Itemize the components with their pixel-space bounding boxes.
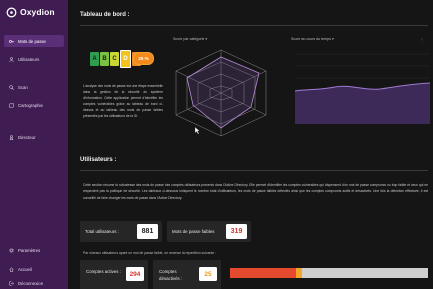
home-icon	[9, 266, 14, 272]
sidebar-item-label: Cartographie	[18, 102, 43, 108]
app-logo[interactable]: Oxydion	[6, 5, 55, 19]
active-accounts-label: Comptes actives :	[86, 269, 121, 274]
energy-class-d: D	[120, 50, 131, 68]
distribution-note: Par niveaux utilisateurs ayant un mot de…	[83, 251, 217, 255]
search-icon	[9, 84, 14, 90]
energy-class-c: C	[110, 52, 119, 66]
active-accounts-card: Comptes actives : 294	[80, 260, 148, 289]
weak-passwords-label: Mots de passe faibles	[172, 229, 215, 234]
dashboard-description: L'analyse des mots de passe est une étap…	[83, 84, 163, 119]
sidebar-item-label: Paramètres	[18, 247, 41, 253]
sidebar-item-label: Directeur	[18, 134, 36, 140]
energy-class-a: A	[90, 52, 99, 66]
radar-chart	[175, 49, 267, 137]
sidebar: Oxydion Mots de passe Utilisateurs Scan …	[0, 0, 68, 289]
sidebar-item-label: Scan	[18, 84, 28, 90]
accounts-progress-bar	[230, 268, 428, 278]
weak-passwords-card: Mots de passe faibles 319	[167, 221, 251, 242]
radar-panel-title[interactable]: Score par catégorie ▾	[173, 37, 207, 41]
logout-icon	[9, 281, 14, 286]
users-divider	[80, 170, 428, 171]
sidebar-item-director[interactable]: Directeur	[4, 131, 64, 143]
sidebar-item-label: Mots de passe	[18, 38, 46, 44]
progress-disabled-segment	[296, 268, 302, 278]
dashboard-divider	[80, 25, 428, 26]
key-icon	[9, 39, 14, 44]
disabled-accounts-card: Comptes désactivés : 25	[153, 260, 221, 289]
sidebar-item-users[interactable]: Utilisateurs	[4, 53, 64, 65]
users-icon	[9, 56, 14, 62]
line-panel-title[interactable]: Score au cours du temps ▾	[291, 37, 334, 41]
score-badge: 25 %	[133, 52, 154, 65]
line-chart	[294, 53, 431, 124]
gear-icon	[9, 247, 14, 253]
active-accounts-value: 294	[126, 267, 144, 281]
sidebar-item-label: Accueil	[18, 266, 32, 272]
disabled-accounts-label: Comptes désactivés :	[159, 269, 183, 281]
app-name: Oxydion	[20, 7, 55, 17]
more-options-icon[interactable]: ⋮	[420, 37, 424, 42]
users-description: Cette section résume la robustesse des m…	[83, 183, 428, 200]
total-users-value: 881	[137, 224, 158, 239]
sidebar-item-label: Déconnexion	[18, 280, 44, 286]
map-icon	[9, 102, 14, 108]
weak-passwords-value: 319	[226, 224, 247, 239]
disabled-accounts-value: 25	[199, 267, 217, 281]
sidebar-item-scan[interactable]: Scan	[4, 81, 64, 93]
sidebar-item-home[interactable]: Accueil	[4, 263, 64, 275]
dashboard-title: Tableau de bord :	[80, 12, 130, 18]
sidebar-item-map[interactable]: Cartographie	[4, 99, 64, 111]
total-users-label: Total utilisateurs :	[85, 229, 119, 234]
cursor-icon	[194, 126, 200, 135]
progress-active-segment	[230, 268, 296, 278]
logo-icon	[6, 7, 17, 17]
sidebar-item-label: Utilisateurs	[18, 56, 40, 62]
sidebar-item-settings[interactable]: Paramètres	[4, 244, 64, 256]
radar-series	[186, 56, 260, 129]
sidebar-item-logout[interactable]: Déconnexion	[4, 277, 64, 289]
user-tie-icon	[9, 134, 14, 140]
sidebar-item-passwords[interactable]: Mots de passe	[4, 35, 64, 47]
users-section-title: Utilisateurs :	[80, 157, 117, 163]
energy-class-b: B	[100, 52, 109, 66]
total-users-card: Total utilisateurs : 881	[80, 221, 162, 242]
